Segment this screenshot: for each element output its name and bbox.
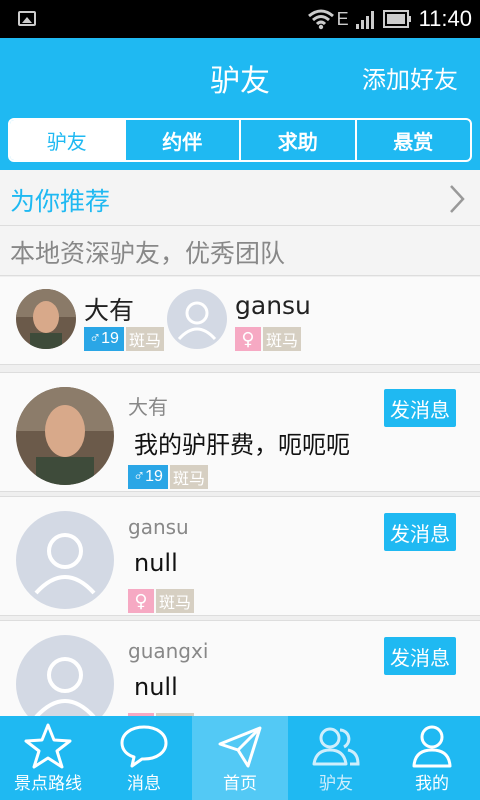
recommended-user[interactable]: gansu ♀ 斑马 bbox=[167, 289, 327, 353]
send-message-button[interactable]: 发消息 bbox=[384, 389, 456, 427]
category-tabs: 驴友 约伴 求助 悬赏 bbox=[8, 118, 472, 162]
person-icon bbox=[412, 725, 452, 768]
chevron-right-icon bbox=[450, 185, 465, 213]
star-icon bbox=[24, 723, 72, 769]
local-experts-label: 本地资深驴友，优秀团队 bbox=[10, 239, 286, 268]
list-item[interactable]: gansu null ♀ 斑马 发消息 bbox=[0, 496, 480, 616]
nav-messages[interactable]: 消息 bbox=[96, 716, 192, 800]
nav-home[interactable]: 首页 bbox=[192, 716, 288, 800]
recommended-users: 大有 ♂ 19 斑马 gansu ♀ 斑马 bbox=[0, 277, 480, 365]
network-type: E bbox=[336, 8, 349, 29]
wifi-icon bbox=[307, 9, 334, 30]
nav-label: 消息 bbox=[127, 774, 161, 794]
nav-label: 首页 bbox=[223, 774, 257, 794]
user-message: null bbox=[134, 673, 178, 701]
zebra-badge: 斑马 bbox=[170, 465, 209, 489]
add-friend-button[interactable]: 添加好友 bbox=[362, 60, 458, 95]
tab-reward[interactable]: 悬赏 bbox=[354, 120, 471, 160]
user-message: null bbox=[134, 549, 178, 577]
friends-icon bbox=[312, 727, 360, 766]
user-nickname: guangxi bbox=[128, 639, 209, 663]
avatar bbox=[16, 387, 114, 485]
chat-bubble-icon bbox=[120, 725, 168, 768]
user-message: 我的驴肝费，呃呃呃 bbox=[134, 431, 350, 459]
user-nickname: 大有 bbox=[128, 395, 168, 419]
female-badge: ♀ bbox=[128, 589, 154, 613]
clock: 11:40 bbox=[418, 6, 472, 31]
send-message-button[interactable]: 发消息 bbox=[384, 513, 456, 551]
tab-friends[interactable]: 驴友 bbox=[10, 120, 124, 160]
paper-plane-icon bbox=[218, 726, 262, 768]
signal-icon bbox=[355, 11, 374, 29]
avatar-placeholder-icon bbox=[16, 511, 114, 609]
tab-companion[interactable]: 约伴 bbox=[123, 120, 240, 160]
nav-scenic-routes[interactable]: 景点路线 bbox=[0, 716, 96, 800]
recommended-user[interactable]: 大有 ♂ 19 斑马 bbox=[16, 289, 166, 353]
local-experts-row[interactable]: 本地资深驴友，优秀团队 bbox=[0, 226, 480, 276]
nav-label: 我的 bbox=[415, 774, 449, 794]
user-nickname: gansu bbox=[128, 515, 189, 539]
zebra-badge: 斑马 bbox=[263, 327, 302, 351]
recommend-row[interactable]: 为你推荐 bbox=[0, 170, 480, 226]
female-badge: ♀ bbox=[235, 327, 261, 351]
image-notification-icon bbox=[18, 11, 36, 26]
nav-friends[interactable]: 驴友 bbox=[288, 716, 384, 800]
avatar bbox=[16, 289, 76, 349]
status-bar: E 11:40 bbox=[0, 0, 480, 38]
bottom-navigation: 景点路线 消息 首页 驴友 我的 bbox=[0, 716, 480, 800]
user-name: gansu bbox=[235, 291, 311, 320]
user-name: 大有 bbox=[84, 296, 135, 325]
male-age-badge: ♂ 19 bbox=[128, 465, 168, 489]
zebra-badge: 斑马 bbox=[126, 327, 165, 351]
tab-help[interactable]: 求助 bbox=[239, 120, 355, 160]
send-message-button[interactable]: 发消息 bbox=[384, 637, 456, 675]
zebra-badge: 斑马 bbox=[156, 589, 195, 613]
avatar-placeholder-icon bbox=[167, 289, 227, 349]
nav-mine[interactable]: 我的 bbox=[384, 716, 480, 800]
nav-label: 景点路线 bbox=[14, 774, 82, 794]
battery-icon bbox=[382, 10, 411, 28]
nav-label: 驴友 bbox=[319, 774, 353, 794]
male-age-badge: ♂ 19 bbox=[84, 327, 124, 351]
recommend-label: 为你推荐 bbox=[10, 187, 111, 216]
list-item[interactable]: 大有 我的驴肝费，呃呃呃 ♂ 19 斑马 发消息 bbox=[0, 372, 480, 492]
